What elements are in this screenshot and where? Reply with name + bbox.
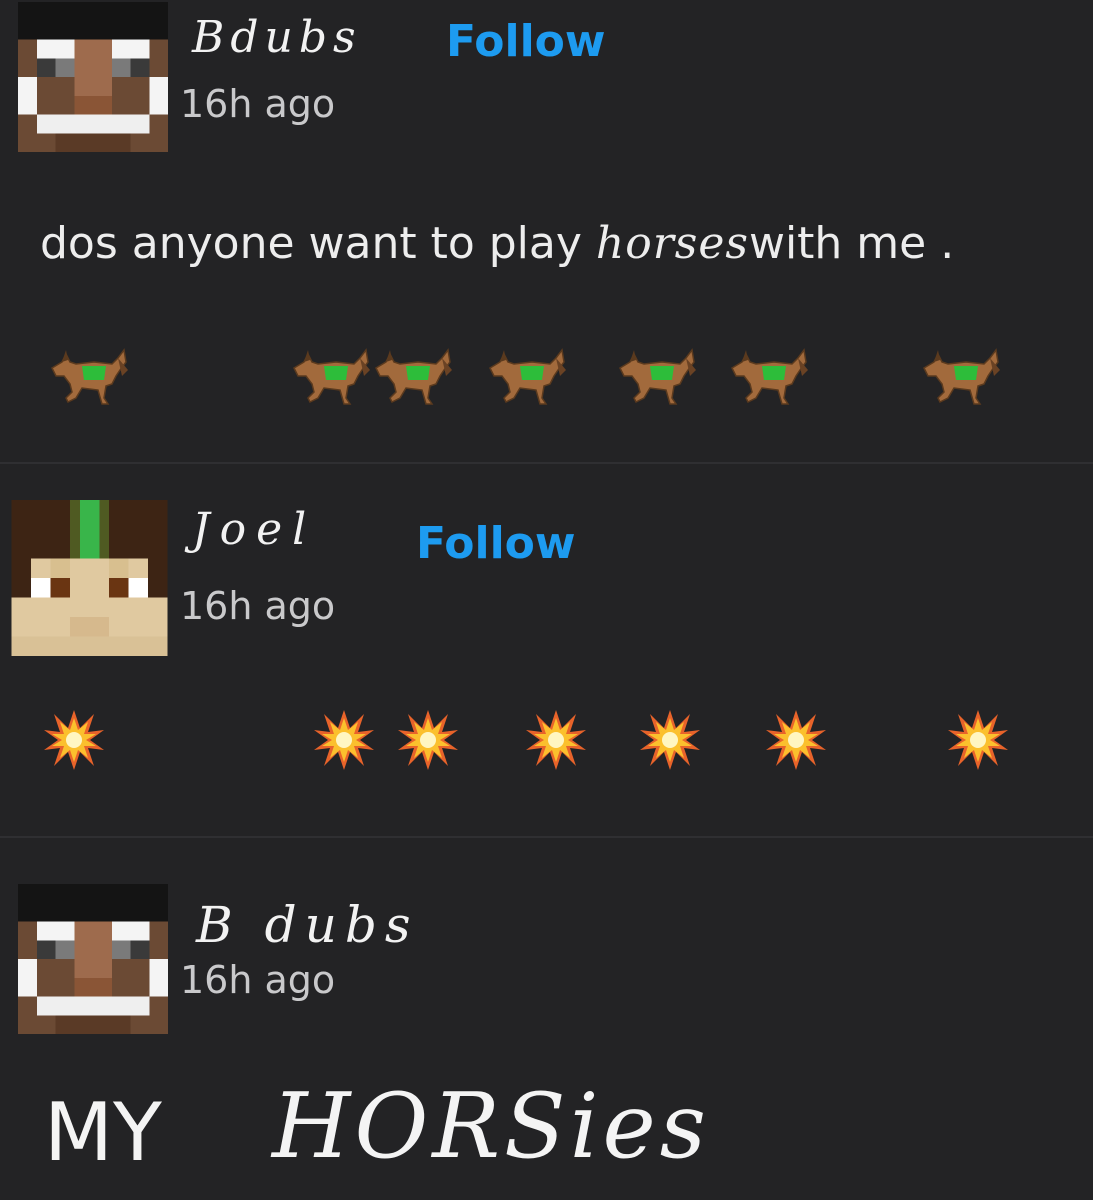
collision-emoji [764,708,828,772]
username[interactable]: Bdubs [192,12,362,63]
bdubs-avatar-icon[interactable] [18,2,168,152]
collision-emoji [42,708,106,772]
timestamp: 16h ago [180,584,336,628]
post-text-hand: horses [595,218,749,269]
post-bdubs-1: Bdubs Follow 16h ago dos anyone want to … [0,0,1093,462]
post-bdubs-2: B dubs 16h ago MY HORSies [0,838,1093,1200]
follow-button[interactable]: Follow [416,518,576,569]
horse-emoji [46,340,128,410]
horse-emoji-row [0,340,1093,420]
timestamp: 16h ago [180,82,336,126]
collision-emoji-row [0,708,1093,778]
post-text-before: dos anyone want to play [40,218,596,269]
follow-button[interactable]: Follow [446,16,606,67]
collision-emoji [524,708,588,772]
horse-emoji [918,340,1000,410]
collision-emoji [396,708,460,772]
horsies-text: HORSies [272,1074,710,1179]
horse-emoji [484,340,566,410]
collision-emoji [638,708,702,772]
username[interactable]: B dubs [196,896,419,954]
collision-emoji [312,708,376,772]
timestamp: 16h ago [180,958,336,1002]
horse-emoji [726,340,808,410]
username[interactable]: Joel [192,504,316,555]
horse-emoji [614,340,696,410]
horse-emoji [370,340,452,410]
post-joel: Joel Follow 16h ago [0,464,1093,836]
my-text: MY [44,1086,162,1179]
bdubs-avatar-icon[interactable] [18,884,168,1034]
joel-avatar-icon[interactable] [11,500,168,656]
collision-emoji [946,708,1010,772]
post-text-after: with me . [748,218,955,269]
horse-emoji [288,340,370,410]
post-text: dos anyone want to play horseswith me . [40,218,954,269]
